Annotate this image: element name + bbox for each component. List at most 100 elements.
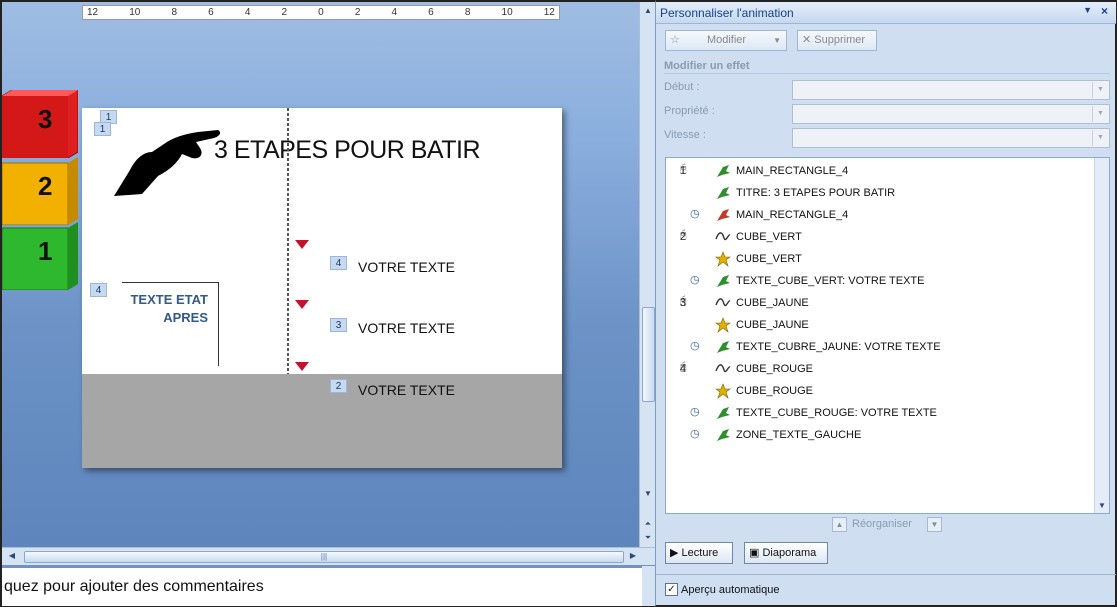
- modify-label: Modifier: [706, 34, 747, 46]
- state-text-box[interactable]: TEXTE ETAT APRES: [122, 282, 219, 366]
- step-text[interactable]: VOTRE TEXTE: [358, 382, 455, 398]
- play-button[interactable]: ▶ Lecture: [665, 542, 733, 564]
- clock-icon: ◷: [690, 406, 700, 418]
- previous-slide-icon[interactable]: ⏶: [641, 517, 655, 531]
- delete-icon: ✕: [802, 34, 812, 46]
- animation-item[interactable]: 2 🖰 CUBE_VERT: [666, 226, 1094, 248]
- step-text[interactable]: VOTRE TEXTE: [358, 259, 455, 275]
- animation-item[interactable]: CUBE_JAUNE: [666, 314, 1094, 336]
- animation-item[interactable]: TITRE: 3 ETAPES POUR BATIR: [666, 182, 1094, 204]
- slideshow-label: Diaporama: [762, 547, 817, 559]
- hand-icon[interactable]: [112, 118, 222, 198]
- entrance-effect-icon: [714, 163, 732, 179]
- star-icon: ☆: [670, 34, 680, 46]
- animation-label: CUBE_ROUGE: [736, 385, 814, 397]
- state-text-line: APRES: [163, 310, 208, 325]
- cube-number: 3: [38, 104, 53, 134]
- animation-label: CUBE_ROUGE: [736, 363, 814, 375]
- animation-tag: 4: [90, 283, 107, 297]
- move-down-icon[interactable]: ▼: [927, 517, 942, 532]
- animation-item[interactable]: 4 🖰 CUBE_ROUGE: [666, 358, 1094, 380]
- scroll-left-icon[interactable]: ◀: [5, 549, 19, 563]
- pane-header: Personnaliser l'animation ▼ ×: [656, 2, 1116, 24]
- animation-item[interactable]: ◷ TEXTE_CUBE_ROUGE: VOTRE TEXTE: [666, 402, 1094, 424]
- scroll-down-icon[interactable]: ▼: [641, 487, 655, 501]
- animation-item[interactable]: ◷ TEXTE_CUBE_VERT: VOTRE TEXTE: [666, 270, 1094, 292]
- entrance-effect-icon: [714, 427, 732, 443]
- animation-label: MAIN_RECTANGLE_4: [736, 165, 849, 177]
- autopreview-checkbox[interactable]: ✓: [665, 583, 678, 596]
- scroll-thumb[interactable]: [642, 307, 655, 402]
- ruler-tick-label: 12: [543, 7, 555, 18]
- list-scrollbar[interactable]: ▼: [1094, 158, 1109, 513]
- cube-number: 1: [38, 236, 53, 266]
- next-slide-icon[interactable]: ⏷: [641, 531, 655, 545]
- step-text[interactable]: VOTRE TEXTE: [358, 320, 455, 336]
- path-end-marker: [295, 300, 309, 309]
- animation-tag: 2: [330, 379, 347, 393]
- scroll-down-icon[interactable]: ▼: [1095, 499, 1109, 513]
- autopreview-label: Aperçu automatique: [681, 584, 780, 596]
- property-label: Propriété :: [664, 105, 715, 117]
- play-label: Lecture: [681, 547, 719, 559]
- clock-icon: ◷: [690, 340, 700, 352]
- animation-item[interactable]: ◷ MAIN_RECTANGLE_4: [666, 204, 1094, 226]
- speed-select[interactable]: ▼: [792, 128, 1110, 148]
- move-up-icon[interactable]: ▲: [832, 517, 847, 532]
- play-icon: ▶: [670, 547, 679, 559]
- scroll-right-icon[interactable]: ▶: [626, 549, 640, 563]
- animation-item[interactable]: ◷ TEXTE_CUBRE_JAUNE: VOTRE TEXTE: [666, 336, 1094, 358]
- chevron-down-icon: ▼: [1092, 82, 1108, 98]
- slideshow-button[interactable]: ▣ Diaporama: [744, 542, 828, 564]
- ruler-tick-label: 10: [129, 7, 141, 18]
- horizontal-scrollbar[interactable]: ◀ ||| ▶: [2, 547, 657, 565]
- slideshow-icon: ▣: [749, 547, 760, 559]
- modify-button[interactable]: ☆ Modifier ▼: [665, 30, 787, 51]
- cube-green[interactable]: 1: [2, 222, 78, 291]
- slide-ground-band: [82, 374, 562, 468]
- animation-label: CUBE_VERT: [736, 231, 802, 243]
- slide-editor: 12 10 8 6 4 2 0 2 4 6 8 10 12 3 2 1 1 1 3 ETAPES POU…: [0, 0, 657, 607]
- animation-tag: 1: [94, 122, 111, 136]
- section-divider: [664, 73, 1110, 74]
- slide-canvas[interactable]: 1 1 3 ETAPES POUR BATIR 4 TEXTE ETAT APR…: [82, 108, 562, 468]
- animation-item[interactable]: ◷ ZONE_TEXTE_GAUCHE: [666, 424, 1094, 446]
- exit-effect-icon: [714, 207, 732, 223]
- cube-yellow[interactable]: 2: [2, 157, 78, 226]
- slide-title[interactable]: 3 ETAPES POUR BATIR: [214, 136, 481, 165]
- animation-label: CUBE_JAUNE: [736, 297, 809, 309]
- state-text: TEXTE ETAT APRES: [130, 291, 208, 327]
- ruler-tick-label: 12: [87, 7, 99, 18]
- path-effect-icon: [714, 361, 732, 377]
- path-end-marker: [295, 362, 309, 371]
- animation-item[interactable]: 1 🖰 MAIN_RECTANGLE_4: [666, 160, 1094, 182]
- notes-pane[interactable]: quez pour ajouter des commentaires: [2, 566, 642, 606]
- cube-red[interactable]: 3: [2, 89, 79, 159]
- start-select[interactable]: ▼: [792, 80, 1110, 100]
- ruler-tick-label: 2: [281, 7, 288, 18]
- animation-tag: 3: [330, 318, 347, 332]
- pane-menu-icon[interactable]: ▼: [1083, 5, 1092, 15]
- section-label: Modifier un effet: [664, 60, 750, 72]
- path-end-marker: [295, 240, 309, 249]
- delete-button[interactable]: ✕ Supprimer: [797, 30, 877, 51]
- close-icon[interactable]: ×: [1101, 4, 1108, 18]
- ruler-tick-label: 10: [501, 7, 513, 18]
- scroll-thumb[interactable]: |||: [24, 551, 624, 563]
- notes-placeholder: quez pour ajouter des commentaires: [4, 578, 264, 595]
- mouse-click-icon: 🖰: [680, 163, 687, 175]
- horizontal-ruler: 12 10 8 6 4 2 0 2 4 6 8 10 12: [82, 5, 560, 20]
- custom-animation-pane: Personnaliser l'animation ▼ × ☆ Modifier…: [655, 0, 1117, 607]
- mouse-click-icon: 🖰: [680, 229, 687, 241]
- ruler-tick-label: 4: [244, 7, 251, 18]
- scroll-up-icon[interactable]: ▲: [641, 4, 655, 18]
- entrance-effect-icon: [714, 273, 732, 289]
- state-text-line: TEXTE ETAT: [130, 292, 208, 307]
- ruler-tick-label: 8: [171, 7, 178, 18]
- animation-item[interactable]: CUBE_VERT: [666, 248, 1094, 270]
- property-select[interactable]: ▼: [792, 104, 1110, 124]
- motion-path[interactable]: [284, 108, 294, 374]
- animation-item[interactable]: 3 🖰 CUBE_JAUNE: [666, 292, 1094, 314]
- animation-item[interactable]: CUBE_ROUGE: [666, 380, 1094, 402]
- animation-list[interactable]: 1 🖰 MAIN_RECTANGLE_4 TITRE: 3 ETAPES POUR B…: [665, 157, 1110, 514]
